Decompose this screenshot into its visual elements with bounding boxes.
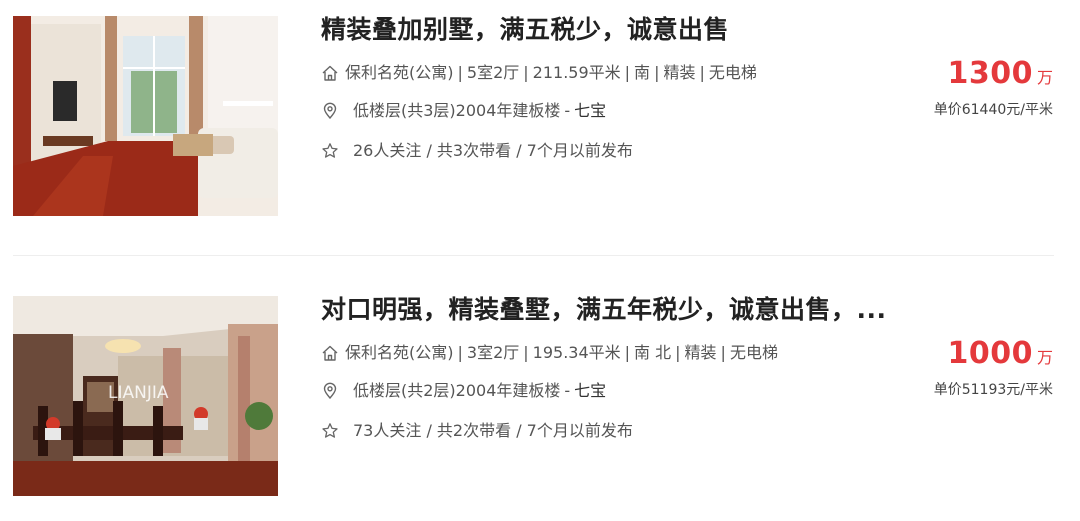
orientation: 南 bbox=[634, 63, 651, 82]
separator: | bbox=[624, 63, 631, 82]
house-info: 保利名苑(公寓) | 5室2厅 | 211.59平米 | 南 | 精装 | 无电… bbox=[321, 62, 757, 84]
decoration: 精装 bbox=[663, 63, 696, 82]
listing-card: LIANJIA 对口明强，精装叠墅，满五年税少，诚意出售，... 保利名苑(公寓… bbox=[0, 294, 1080, 514]
price-block: 1300 万 单价61440元/平米 bbox=[934, 56, 1053, 119]
listing-photo[interactable] bbox=[13, 16, 278, 216]
community-link[interactable]: 保利名苑(公寓) bbox=[345, 342, 454, 364]
total-price: 1000 万 bbox=[934, 336, 1053, 371]
living-room-photo bbox=[13, 16, 278, 216]
listing-divider bbox=[13, 255, 1054, 256]
separator: | bbox=[675, 343, 681, 362]
house-info: 保利名苑(公寓) | 3室2厅 | 195.34平米 | 南 北 | 精装 | … bbox=[321, 342, 778, 364]
follow-info: 26人关注 / 共3次带看 / 7个月以前发布 bbox=[321, 140, 633, 162]
listing-list: 精装叠加别墅，满五税少，诚意出售 保利名苑(公寓) | 5室2厅 | 211.5… bbox=[0, 0, 1080, 521]
elevator-info: 无电梯 bbox=[708, 63, 757, 82]
location-pin-icon bbox=[321, 102, 339, 120]
star-icon[interactable] bbox=[321, 142, 339, 160]
floor-info: 低楼层(共3层)2004年建板楼 bbox=[353, 101, 561, 120]
location-pin-icon bbox=[321, 382, 339, 400]
floor-area: 211.59平米 bbox=[532, 63, 621, 82]
house-icon bbox=[321, 64, 339, 82]
follow-stats: 73人关注 / 共2次带看 / 7个月以前发布 bbox=[353, 421, 633, 440]
decoration: 精装 bbox=[684, 343, 717, 362]
separator: | bbox=[654, 63, 660, 82]
orientation: 南 北 bbox=[634, 343, 672, 362]
separator: | bbox=[624, 343, 631, 362]
listing-title[interactable]: 精装叠加别墅，满五税少，诚意出售 bbox=[321, 14, 729, 46]
unit-price: 单价61440元/平米 bbox=[933, 102, 1053, 118]
price-unit: 万 bbox=[1036, 68, 1053, 87]
separator: | bbox=[523, 343, 529, 362]
room-layout: 3室2厅 bbox=[466, 343, 520, 362]
unit-price: 单价51193元/平米 bbox=[933, 382, 1053, 398]
star-icon[interactable] bbox=[321, 422, 339, 440]
separator: | bbox=[720, 343, 726, 362]
dining-room-photo: LIANJIA bbox=[13, 296, 278, 496]
floor-info: 低楼层(共2层)2004年建板楼 bbox=[353, 381, 561, 400]
separator: | bbox=[699, 63, 705, 82]
dash: - bbox=[564, 101, 571, 120]
separator: | bbox=[523, 63, 529, 82]
total-price-value: 1000 bbox=[947, 336, 1033, 371]
listing-title[interactable]: 对口明强，精装叠墅，满五年税少，诚意出售，... bbox=[321, 294, 887, 326]
total-price: 1300 万 bbox=[934, 56, 1053, 91]
location-link[interactable]: 七宝 bbox=[574, 100, 606, 122]
price-unit: 万 bbox=[1036, 348, 1053, 367]
community-link[interactable]: 保利名苑(公寓) bbox=[345, 62, 454, 84]
photo-watermark: LIANJIA bbox=[108, 383, 169, 403]
dash: - bbox=[564, 381, 571, 400]
separator: | bbox=[457, 63, 463, 82]
price-block: 1000 万 单价51193元/平米 bbox=[934, 336, 1053, 399]
location-link[interactable]: 七宝 bbox=[574, 380, 606, 402]
house-icon bbox=[321, 344, 339, 362]
total-price-value: 1300 bbox=[947, 56, 1033, 91]
listing-photo[interactable]: LIANJIA bbox=[13, 296, 278, 496]
floor-area: 195.34平米 bbox=[532, 343, 621, 362]
position-info: 低楼层(共2层)2004年建板楼 - 七宝 bbox=[321, 380, 606, 402]
room-layout: 5室2厅 bbox=[466, 63, 520, 82]
elevator-info: 无电梯 bbox=[729, 343, 778, 362]
position-info: 低楼层(共3层)2004年建板楼 - 七宝 bbox=[321, 100, 606, 122]
separator: | bbox=[457, 343, 463, 362]
follow-info: 73人关注 / 共2次带看 / 7个月以前发布 bbox=[321, 420, 633, 442]
follow-stats: 26人关注 / 共3次带看 / 7个月以前发布 bbox=[353, 141, 633, 160]
listing-card: 精装叠加别墅，满五税少，诚意出售 保利名苑(公寓) | 5室2厅 | 211.5… bbox=[0, 14, 1080, 234]
